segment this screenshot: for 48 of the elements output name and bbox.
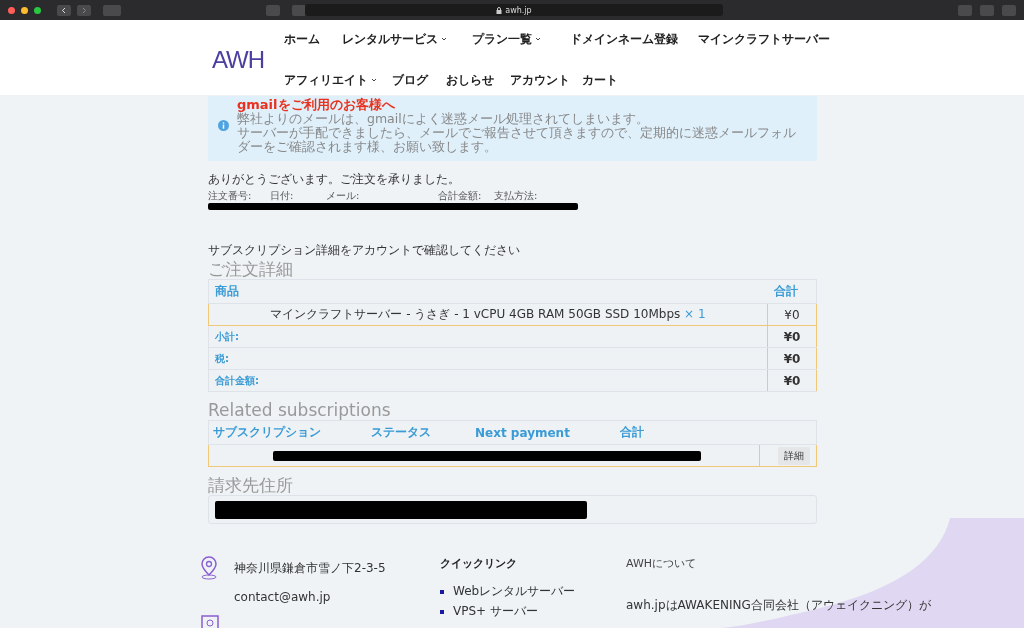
column-header: Next payment — [475, 425, 570, 440]
total-label: 小計: — [215, 331, 239, 342]
notice-text: 弊社よりのメールは、gmailによく迷惑メール処理されてしまいます。 — [237, 111, 650, 126]
nav-link[interactable]: アフィリエイト — [284, 71, 393, 89]
column-header: ステータス — [371, 425, 431, 439]
address-bar[interactable]: awh.jp — [305, 4, 723, 16]
notice-title: gmailをご利用のお客様へ — [237, 97, 396, 112]
field-label: 日付: — [270, 189, 295, 203]
nav-link[interactable]: おしらせ — [446, 71, 511, 89]
site-logo[interactable]: AWH — [212, 45, 265, 74]
details-button[interactable]: 詳細 — [778, 446, 810, 465]
price: ¥0 — [784, 307, 800, 322]
field-label: メール: — [326, 189, 361, 203]
section-heading: ご注文詳細 — [208, 259, 294, 279]
about-text: awh.jpはAWAKENING合同会社（アウェイクニング）が — [626, 597, 931, 614]
column-heading: クイックリンク — [440, 556, 518, 571]
total-value: ¥0 — [783, 351, 801, 366]
nav-link[interactable]: プラン一覧 — [472, 30, 571, 48]
total-label: 税: — [215, 353, 229, 364]
quick-link[interactable]: VPS+ サーバー — [453, 603, 538, 620]
quick-link[interactable]: Webレンタルサーバー — [453, 583, 576, 600]
total-value: ¥0 — [783, 329, 801, 344]
subscription-note: サブスクリプション詳細をアカウントで確認してください — [208, 242, 521, 259]
field-label: 支払方法: — [494, 189, 539, 203]
nav-link[interactable]: ホーム — [284, 30, 343, 48]
section-heading: Related subscriptions — [208, 400, 392, 420]
address-text: 神奈川県鎌倉市雪ノ下2-3-5 — [234, 559, 386, 577]
nav-link[interactable]: カート — [582, 71, 631, 89]
total-label: 合計金額: — [215, 375, 259, 386]
product-name: マインクラフトサーバー - うさぎ - 1 vCPU 4GB RAM 50GB SSD 10Mbps — [270, 307, 681, 321]
column-heading: AWHについて — [626, 556, 698, 571]
nav-link[interactable]: ブログ — [392, 71, 447, 89]
column-header: 商品 — [215, 284, 239, 298]
notice-text: サーバーが手配できましたら、メールでご報告させて頂きますので、定期的に迷惑メールフォルダーをご確認されます様、お願い致します。 — [237, 125, 797, 154]
nav-link[interactable]: マインクラフトサーバー — [698, 30, 839, 48]
section-heading: 請求先住所 — [208, 475, 294, 495]
email-link[interactable]: contact@awh.jp — [234, 590, 331, 604]
field-label: 注文番号: — [208, 189, 253, 203]
column-header: 合計 — [620, 425, 644, 439]
total-value: ¥0 — [783, 373, 801, 388]
quantity: × 1 — [684, 307, 706, 321]
field-label: 合計金額: — [438, 189, 483, 203]
column-header: サブスクリプション — [213, 425, 321, 439]
nav-link[interactable]: ドメインネーム登録 — [570, 30, 699, 48]
thanks-message: ありがとうございます。ご注文を承りました。 — [208, 171, 461, 188]
nav-link[interactable]: アカウント — [510, 71, 583, 89]
nav-link[interactable]: レンタルサービス — [342, 30, 473, 48]
column-header: 合計 — [773, 284, 798, 298]
